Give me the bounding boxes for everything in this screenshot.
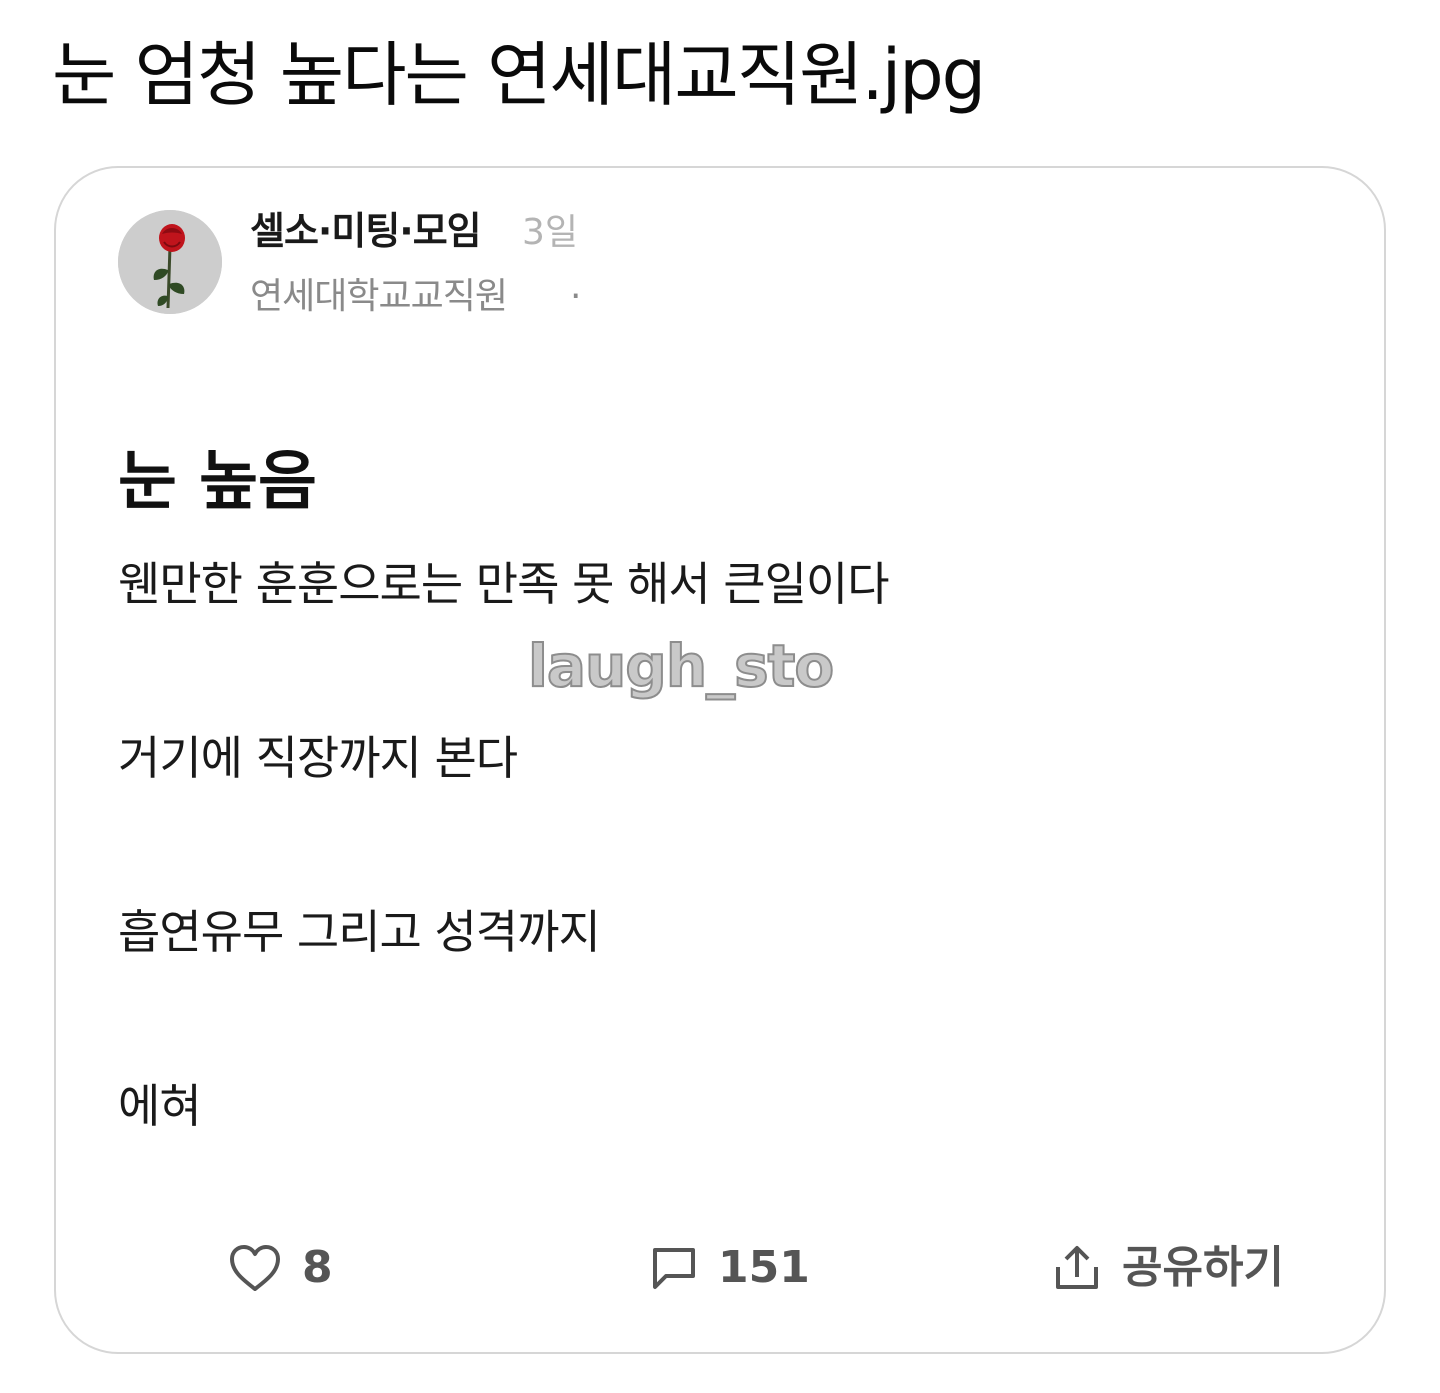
post-time: 3일 <box>522 212 579 253</box>
avatar[interactable] <box>118 210 222 314</box>
author-name[interactable]: 연세대학교교직원 <box>250 272 508 322</box>
board-name[interactable]: 셀소·미팅·모임 <box>250 206 482 256</box>
like-count: 8 <box>302 1242 333 1293</box>
watermark: laugh_sto <box>527 631 835 701</box>
author-separator: · <box>570 276 582 317</box>
post-body-line: 웬만한 훈훈으로는 만족 못 해서 큰일이다 <box>118 557 890 611</box>
post-card: 셀소·미팅·모임 3일 연세대학교교직원 · 눈 높음 웬만한 훈훈으로는 만족… <box>54 166 1386 1354</box>
page-title: 눈 엄청 높다는 연세대교직원.jpg <box>52 34 986 116</box>
post-body-line: 흡연유무 그리고 성격까지 <box>118 905 601 959</box>
post-actions-bar: 8 151 공유하기 <box>56 1230 1384 1306</box>
comment-button[interactable]: 151 <box>650 1230 810 1306</box>
comment-count: 151 <box>718 1242 810 1293</box>
share-button[interactable]: 공유하기 <box>1052 1230 1284 1306</box>
post-body-line: 거기에 직장까지 본다 <box>118 731 518 785</box>
share-upload-icon <box>1052 1243 1102 1293</box>
post-heading: 눈 높음 <box>118 445 317 519</box>
post-body-line: 에혀 <box>118 1079 202 1133</box>
rose-avatar-icon <box>118 210 222 314</box>
share-label: 공유하기 <box>1122 1242 1284 1293</box>
speech-bubble-icon <box>650 1244 698 1292</box>
heart-outline-icon <box>228 1243 282 1293</box>
like-button[interactable]: 8 <box>228 1230 333 1306</box>
